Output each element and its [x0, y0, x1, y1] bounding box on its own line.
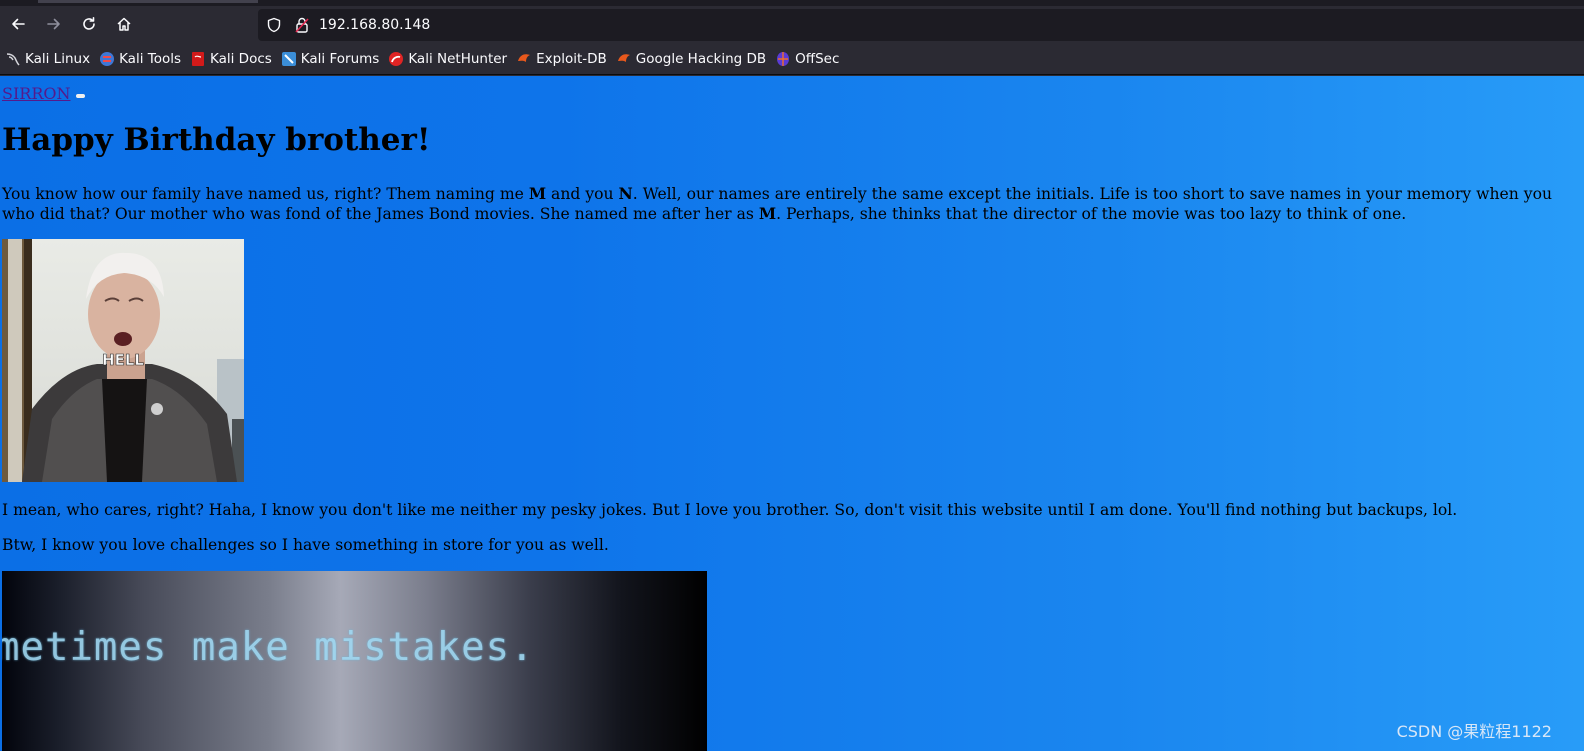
home-button[interactable] [109, 9, 139, 39]
bookmark-google-hacking-db[interactable]: Google Hacking DB [616, 51, 766, 67]
bookmark-label: OffSec [795, 51, 840, 67]
kali-tools-icon [99, 51, 115, 67]
bookmark-offsec[interactable]: OffSec [775, 51, 839, 67]
second-paragraph: I mean, who cares, right? Haha, I know y… [2, 501, 1458, 519]
bookmark-kali-linux[interactable]: Kali Linux [5, 51, 90, 67]
csdn-watermark: CSDN @果粒程1122 [1396, 722, 1552, 741]
home-icon [117, 17, 131, 31]
gif-text: metimes make mistakes. [2, 625, 535, 670]
bold-initial-m: M [758, 204, 777, 223]
insecure-lock-icon[interactable] [294, 16, 310, 38]
bookmark-kali-docs[interactable]: Kali Docs [190, 51, 272, 67]
bookmark-label: Kali Tools [119, 51, 181, 67]
tracking-protection-shield-icon[interactable] [266, 17, 282, 37]
glitch-text-gif: metimes make mistakes. [2, 571, 707, 751]
kali-nethunter-icon [388, 51, 404, 67]
bookmark-kali-forums[interactable]: Kali Forums [281, 51, 380, 67]
bookmark-label: Google Hacking DB [635, 51, 767, 67]
navigation-toolbar: 192.168.80.148 [0, 6, 1584, 44]
bookmark-exploit-db[interactable]: Exploit-DB [516, 51, 607, 67]
kali-forums-icon [281, 51, 297, 67]
bookmarks-toolbar: Kali Linux Kali Tools Kali Docs Kali For… [0, 44, 1584, 75]
reload-button[interactable] [74, 9, 104, 39]
page-nav: SIRRON [2, 84, 85, 103]
gif-caption: HELL [102, 351, 144, 369]
url-bar[interactable]: 192.168.80.148 [258, 9, 1584, 41]
kali-docs-icon [190, 51, 206, 67]
bookmark-label: Kali Forums [300, 51, 380, 67]
bookmark-label: Kali NetHunter [408, 51, 508, 67]
small-button[interactable] [75, 94, 85, 98]
sirron-link[interactable]: SIRRON [2, 84, 71, 103]
browser-window: 192.168.80.148 Kali Linux Kali Tools Kal… [0, 0, 1584, 751]
bookmark-label: Kali Docs [210, 51, 272, 67]
reload-icon [83, 17, 95, 30]
page-heading: Happy Birthday brother! [2, 122, 431, 158]
m-portrait-gif: HELL [2, 239, 244, 482]
forward-button[interactable] [39, 9, 69, 39]
active-tab-indicator[interactable] [38, 0, 258, 3]
exploit-db-icon [516, 51, 532, 67]
ghdb-icon [616, 51, 632, 67]
back-button[interactable] [3, 9, 33, 39]
page-viewport[interactable]: SIRRON Happy Birthday brother! You know … [0, 76, 1584, 751]
bold-initial-m: M [528, 184, 547, 203]
url-text[interactable]: 192.168.80.148 [319, 16, 430, 34]
arrow-right-icon [47, 18, 60, 30]
bold-initial-n: N [618, 184, 633, 203]
intro-paragraph: You know how our family have named us, r… [2, 184, 1553, 223]
bookmark-kali-tools[interactable]: Kali Tools [99, 51, 181, 67]
offsec-icon [775, 51, 791, 67]
third-paragraph: Btw, I know you love challenges so I hav… [2, 536, 609, 554]
bookmark-label: Kali Linux [25, 51, 91, 67]
bookmark-label: Exploit-DB [536, 51, 607, 67]
kali-dragon-icon [5, 51, 21, 67]
bookmark-kali-nethunter[interactable]: Kali NetHunter [388, 51, 507, 67]
arrow-left-icon [12, 18, 25, 30]
